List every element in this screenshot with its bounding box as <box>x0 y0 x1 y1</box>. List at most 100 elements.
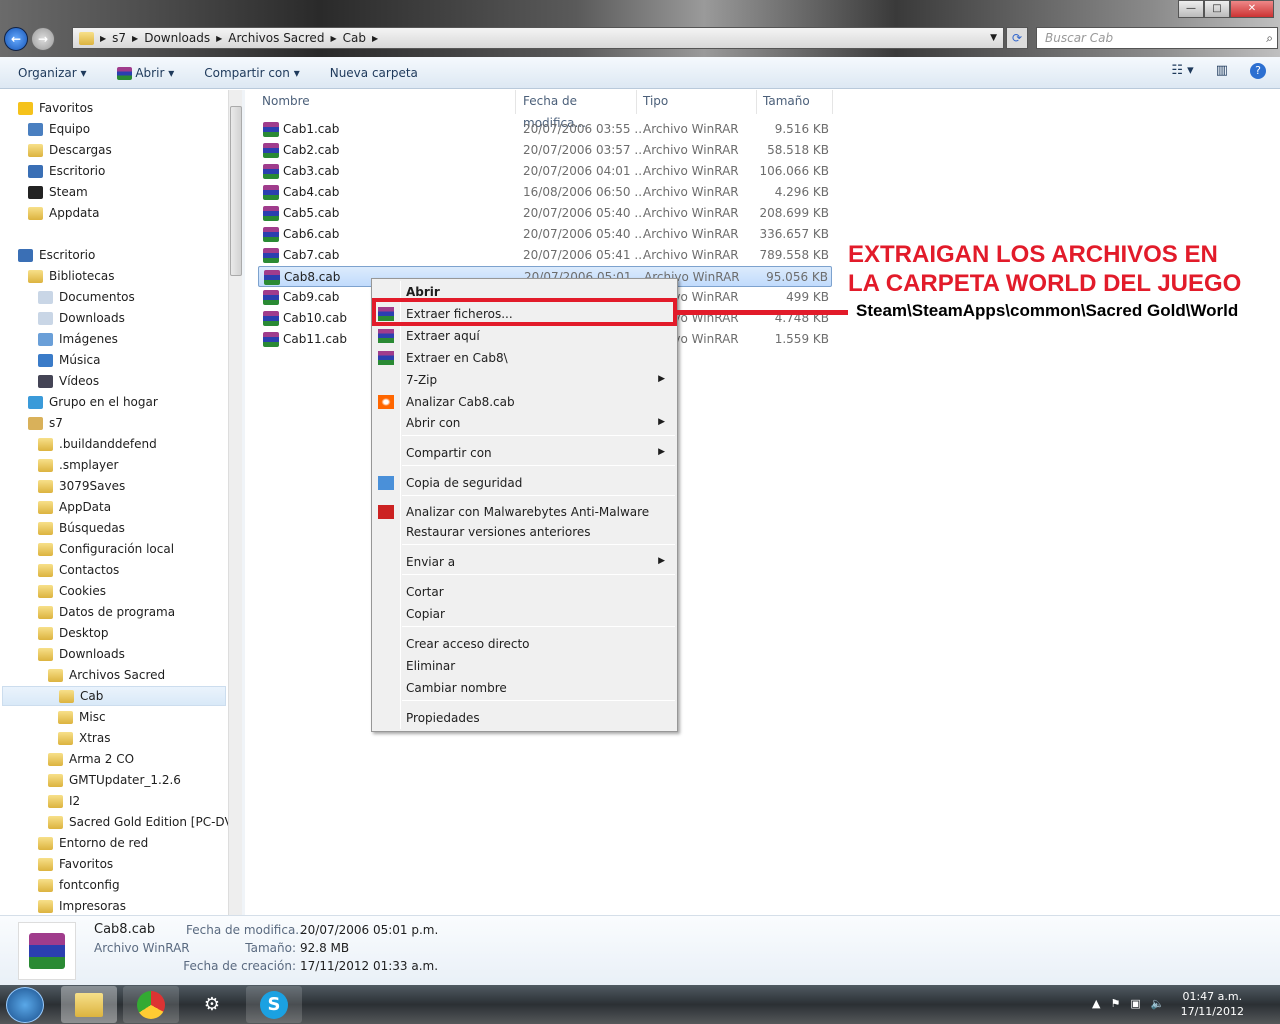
menu-item[interactable]: Compartir con <box>406 443 492 463</box>
winrar-file-icon <box>264 270 280 285</box>
nav-item[interactable]: GMTUpdater_1.2.6 <box>48 770 181 790</box>
nav-item[interactable]: Archivos Sacred <box>48 665 165 685</box>
address-bar[interactable]: ▶ s7 ▶ Downloads ▶ Archivos Sacred ▶ Cab ▶ ▼ <box>72 27 1004 49</box>
new-folder-button[interactable]: Nueva carpeta <box>330 66 418 80</box>
nav-item[interactable]: Descargas <box>28 140 112 160</box>
nav-item[interactable]: Xtras <box>58 728 110 748</box>
back-button[interactable]: ← <box>4 27 28 51</box>
nav-item[interactable]: .buildanddefend <box>38 434 157 454</box>
nav-item[interactable]: Downloads <box>38 308 125 328</box>
file-row[interactable]: Cab2.cab 20/07/2006 03:57 ... Archivo WinR… <box>258 140 832 161</box>
nav-item[interactable]: Sacred Gold Edition [PC-DVD <box>48 812 228 832</box>
nav-item[interactable]: .smplayer <box>38 455 118 475</box>
minimize-button[interactable]: — <box>1178 0 1204 18</box>
menu-item[interactable]: Extraer aquí <box>406 326 480 346</box>
column-header-date[interactable]: Fecha de modifica... <box>517 90 637 130</box>
file-row[interactable]: Cab7.cab 20/07/2006 05:41 ... Archivo WinR… <box>258 245 832 266</box>
breadcrumb-archivos-sacred[interactable]: Archivos Sacred <box>228 31 324 45</box>
menu-item[interactable]: Abrir con <box>406 413 460 433</box>
nav-item[interactable]: 3079Saves <box>38 476 125 496</box>
help-icon[interactable]: ? <box>1250 63 1266 79</box>
organize-button[interactable]: Organizar ▾ <box>18 66 87 80</box>
menu-item[interactable]: Eliminar <box>406 656 455 676</box>
nav-item[interactable]: Arma 2 CO <box>48 749 134 769</box>
nav-item[interactable]: Bibliotecas <box>28 266 114 286</box>
show-hidden-icons[interactable]: ▲ <box>1092 997 1100 1010</box>
menu-item[interactable]: Propiedades <box>406 708 480 728</box>
menu-item[interactable]: Cambiar nombre <box>406 678 507 698</box>
file-row[interactable]: Cab3.cab 20/07/2006 04:01 ... Archivo WinR… <box>258 161 832 182</box>
nav-item[interactable]: Favoritos <box>18 98 93 118</box>
nav-item[interactable]: Steam <box>28 182 88 202</box>
taskbar-explorer[interactable] <box>61 986 117 1023</box>
taskbar-steam[interactable]: ⚙ <box>184 986 240 1023</box>
menu-item[interactable]: Enviar a <box>406 552 455 572</box>
nav-item[interactable]: Documentos <box>38 287 135 307</box>
breadcrumb-s7[interactable]: s7 <box>112 31 126 45</box>
nav-item[interactable]: Favoritos <box>38 854 113 874</box>
menu-item[interactable]: 7-Zip <box>406 370 437 390</box>
folder-icon <box>38 857 53 871</box>
clock[interactable]: 01:47 a.m. 17/11/2012 <box>1181 989 1244 1019</box>
nav-item[interactable]: Búsquedas <box>38 518 125 538</box>
scrollbar-thumb[interactable] <box>230 106 242 276</box>
address-dropdown-icon[interactable]: ▼ <box>990 33 997 43</box>
nav-item-label: Downloads <box>59 647 125 661</box>
file-row[interactable]: Cab6.cab 20/07/2006 05:40 ... Archivo WinR… <box>258 224 832 245</box>
open-button[interactable]: Abrir ▾ <box>116 66 174 80</box>
taskbar-chrome[interactable] <box>123 986 179 1023</box>
share-button[interactable]: Compartir con ▾ <box>204 66 300 80</box>
breadcrumb-cab[interactable]: Cab <box>343 31 366 45</box>
menu-item[interactable]: Analizar Cab8.cab <box>406 392 515 412</box>
menu-item[interactable]: Cortar <box>406 582 444 602</box>
close-button[interactable]: ✕ <box>1230 0 1274 18</box>
column-header-type[interactable]: Tipo <box>637 90 757 114</box>
network-icon[interactable]: ▣ <box>1130 997 1140 1010</box>
column-header-name[interactable]: Nombre <box>256 90 516 114</box>
nav-item[interactable]: s7 <box>28 413 63 433</box>
maximize-button[interactable]: □ <box>1204 0 1230 18</box>
nav-item[interactable]: Configuración local <box>38 539 174 559</box>
nav-item[interactable]: Escritorio <box>28 161 105 181</box>
nav-item[interactable]: Grupo en el hogar <box>28 392 158 412</box>
forward-button[interactable]: → <box>31 27 55 51</box>
nav-item[interactable]: Equipo <box>28 119 90 139</box>
nav-item[interactable]: Contactos <box>38 560 119 580</box>
nav-item[interactable]: Datos de programa <box>38 602 175 622</box>
menu-item[interactable]: Analizar con Malwarebytes Anti-Malware <box>406 502 649 522</box>
nav-item[interactable]: Downloads <box>38 644 125 664</box>
nav-item[interactable]: AppData <box>38 497 111 517</box>
file-row[interactable]: Cab4.cab 16/08/2006 06:50 ... Archivo WinR… <box>258 182 832 203</box>
flag-icon[interactable]: ⚑ <box>1110 997 1120 1010</box>
menu-item[interactable]: Crear acceso directo <box>406 634 530 654</box>
menu-item[interactable]: Copia de seguridad <box>406 473 522 493</box>
nav-item[interactable]: I2 <box>48 791 80 811</box>
nav-item[interactable]: Appdata <box>28 203 99 223</box>
nav-item[interactable]: Desktop <box>38 623 109 643</box>
start-button[interactable] <box>6 987 44 1023</box>
volume-icon[interactable]: 🔈 <box>1151 997 1165 1010</box>
file-row[interactable]: Cab1.cab 20/07/2006 03:55 ... Archivo WinR… <box>258 119 832 140</box>
nav-item[interactable]: Cookies <box>38 581 106 601</box>
menu-item[interactable]: Copiar <box>406 604 445 624</box>
nav-item[interactable]: Misc <box>58 707 106 727</box>
nav-item[interactable]: Vídeos <box>38 371 99 391</box>
nav-item[interactable]: fontconfig <box>38 875 120 895</box>
nav-item[interactable]: Escritorio <box>18 245 95 265</box>
column-header-size[interactable]: Tamaño <box>757 90 833 114</box>
breadcrumb-downloads[interactable]: Downloads <box>144 31 210 45</box>
nav-item[interactable]: Entorno de red <box>38 833 148 853</box>
nav-item[interactable]: Música <box>38 350 101 370</box>
taskbar-skype[interactable]: S <box>246 986 302 1023</box>
refresh-button[interactable]: ⟳ <box>1006 27 1028 49</box>
nav-scrollbar[interactable] <box>228 90 242 915</box>
menu-item[interactable]: Extraer en Cab8\ <box>406 348 508 368</box>
nav-item[interactable]: Cab <box>2 686 226 706</box>
nav-item[interactable]: Impresoras <box>38 896 126 915</box>
file-row[interactable]: Cab5.cab 20/07/2006 05:40 ... Archivo WinR… <box>258 203 832 224</box>
view-options-icon[interactable]: ☷ ▾ <box>1171 63 1193 79</box>
menu-item[interactable]: Restaurar versiones anteriores <box>406 522 591 542</box>
preview-pane-icon[interactable]: ▥ <box>1216 63 1228 79</box>
search-input[interactable]: Buscar Cab ⌕ <box>1036 27 1278 49</box>
nav-item[interactable]: Imágenes <box>38 329 118 349</box>
